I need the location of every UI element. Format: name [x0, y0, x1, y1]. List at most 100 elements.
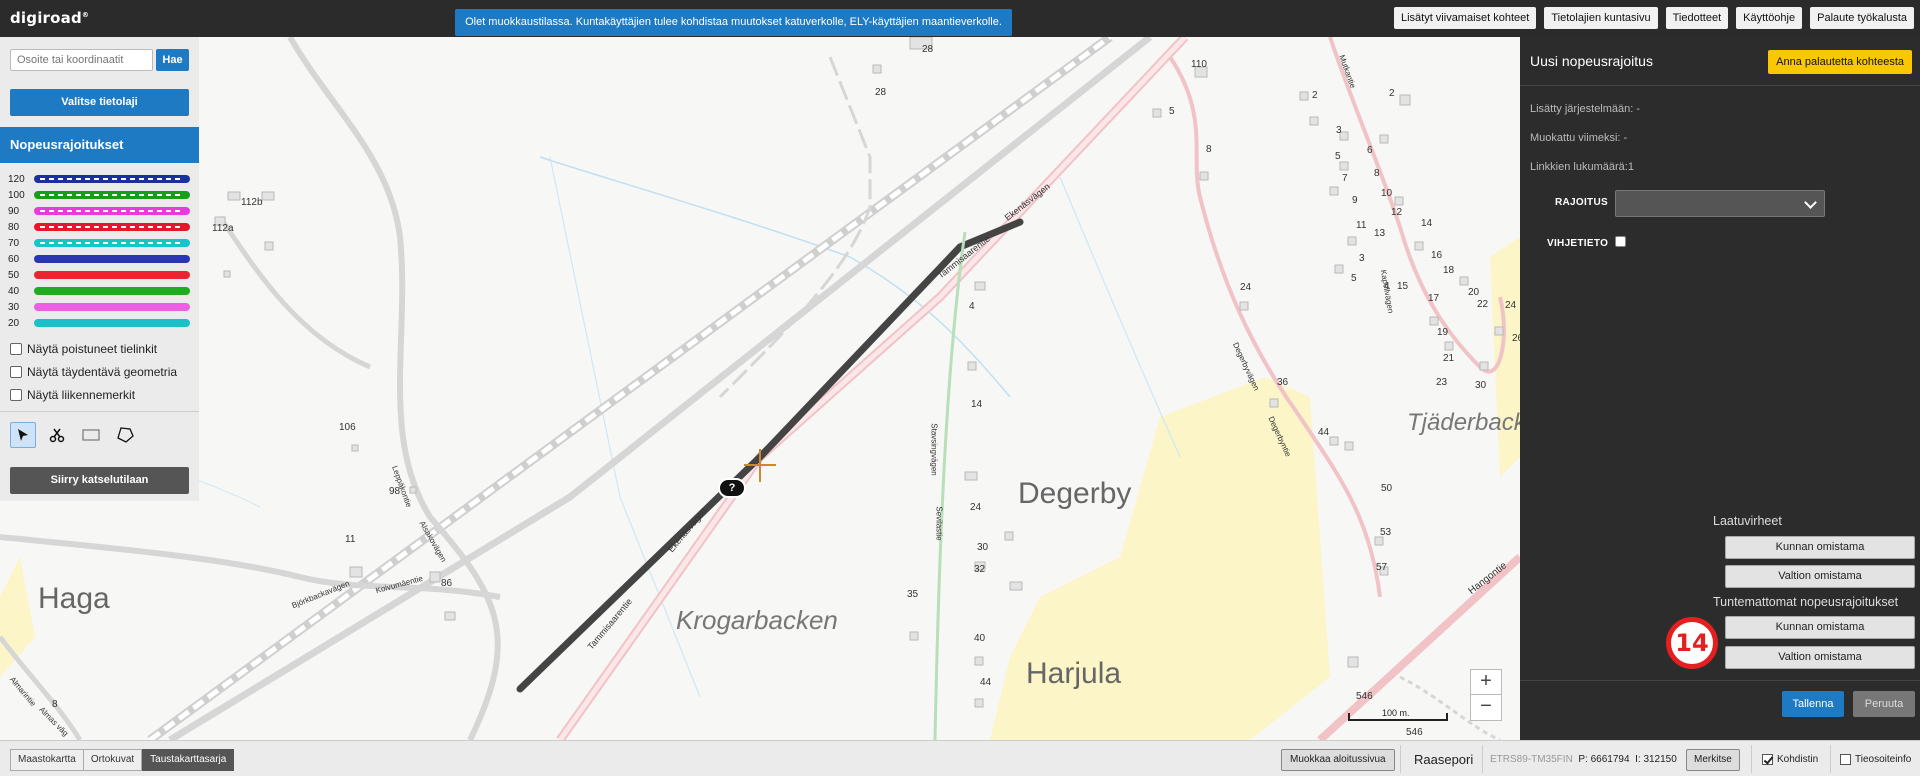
- house-number: 3: [1336, 125, 1342, 136]
- house-number: 5: [1351, 273, 1357, 284]
- give-feedback-button[interactable]: Anna palautetta kohteesta: [1768, 50, 1912, 74]
- i-value: 312150: [1643, 754, 1677, 765]
- layer-title: Nopeusrajoitukset: [0, 127, 199, 163]
- divider: [1482, 745, 1483, 773]
- legend-color-bar: [34, 191, 190, 199]
- house-number: 53: [1380, 527, 1392, 538]
- quality-errors-state-button[interactable]: Valtion omistama: [1725, 565, 1915, 588]
- legend-value: 90: [8, 205, 20, 217]
- house-number: 2: [1312, 90, 1318, 101]
- divider: [0, 411, 199, 412]
- show-removed-links-option[interactable]: Näytä poistuneet tielinkit: [10, 337, 177, 360]
- field-area: [1490, 237, 1520, 477]
- cursor-toggle[interactable]: Kohdistin: [1762, 754, 1818, 765]
- save-button[interactable]: Tallenna: [1782, 691, 1844, 717]
- divider: [1520, 680, 1920, 681]
- divider: [1400, 745, 1401, 773]
- logo-text: digiroad: [10, 9, 82, 27]
- choose-layer-button[interactable]: Valitse tietolaji: [10, 89, 189, 116]
- layer-municipality-page-link[interactable]: Tietolajien kuntasivu: [1544, 7, 1658, 29]
- cut-tool-icon[interactable]: [44, 422, 70, 448]
- house-number: 16: [1431, 250, 1443, 261]
- coordinate-readout: ETRS89-TM35FIN P: 6661794 I: 312150: [1490, 754, 1677, 765]
- show-traffic-signs-checkbox[interactable]: [10, 388, 22, 401]
- house-number: 4: [1384, 281, 1390, 292]
- top-bar: digiroad® Olet muokkaustilassa. Kuntakäy…: [0, 0, 1920, 37]
- search-input[interactable]: [10, 49, 153, 71]
- link-count-info: Linkkien lukumäärä:1: [1530, 161, 1634, 173]
- house-number: 13: [1374, 228, 1386, 239]
- tool-feedback-link[interactable]: Palaute työkalusta: [1810, 7, 1914, 29]
- house-number: 14: [971, 399, 983, 410]
- basemap-tab-terrain[interactable]: Maastokartta: [10, 749, 84, 771]
- switch-to-view-mode-button[interactable]: Siirry katselutilaan: [10, 467, 189, 494]
- search-row: Hae: [10, 49, 189, 71]
- house-number: 32: [974, 564, 986, 575]
- select-tool-icon[interactable]: [10, 422, 36, 448]
- edit-start-page-button[interactable]: Muokkaa aloitussivua: [1281, 749, 1395, 771]
- place-label-degerby: Degerby: [1018, 477, 1132, 510]
- zoom-in-button[interactable]: +: [1470, 669, 1502, 695]
- legend-row: 20: [8, 315, 190, 331]
- house-number: 24: [970, 502, 982, 513]
- show-complementary-geometry-label: Näytä täydentävä geometria: [27, 364, 178, 379]
- cancel-button[interactable]: Peruuta: [1853, 691, 1915, 717]
- house-number: 7: [1342, 173, 1348, 184]
- speed-limit-select[interactable]: [1615, 190, 1825, 217]
- house-number: 30: [1475, 380, 1487, 391]
- hint-info-label: VIHJETIETO: [1547, 238, 1609, 249]
- cursor-checkbox[interactable]: [1762, 754, 1773, 765]
- house-number: 21: [1443, 353, 1455, 364]
- added-info: Lisätty järjestelmään: -: [1530, 103, 1641, 115]
- unknown-limits-municipal-button[interactable]: Kunnan omistama: [1725, 616, 1915, 639]
- house-number: 546: [1356, 691, 1373, 702]
- legend-color-bar: [34, 271, 190, 279]
- road-info-checkbox[interactable]: [1840, 754, 1851, 765]
- show-complementary-geometry-option[interactable]: Näytä täydentävä geometria: [10, 360, 177, 383]
- quality-errors-municipal-button[interactable]: Kunnan omistama: [1725, 536, 1915, 559]
- step-number-badge: 14: [1666, 617, 1718, 669]
- house-number: 5: [1169, 106, 1175, 117]
- logo-mark: ®: [81, 11, 90, 19]
- house-number: 28: [875, 87, 887, 98]
- map-view[interactable]: Haga Degerby Krogarbacken Harjula Tjäder…: [0, 37, 1520, 740]
- show-traffic-signs-option[interactable]: Näytä liikennemerkit: [10, 383, 177, 406]
- house-number: 11: [345, 534, 356, 545]
- user-guide-link[interactable]: Käyttöohje: [1736, 7, 1803, 29]
- unknown-limits-state-button[interactable]: Valtion omistama: [1725, 646, 1915, 669]
- search-button[interactable]: Hae: [156, 49, 189, 71]
- municipality-name: Raasepori: [1414, 752, 1474, 767]
- house-number: 5: [1335, 151, 1341, 162]
- legend-row: 90: [8, 203, 190, 219]
- house-number: 14: [1421, 218, 1433, 229]
- mark-button[interactable]: Merkitse: [1686, 749, 1740, 771]
- house-number: 18: [1443, 265, 1455, 276]
- road-info-toggle[interactable]: Tieosoiteinfo: [1840, 754, 1911, 765]
- hint-info-checkbox[interactable]: [1615, 236, 1626, 247]
- basemap-tab-background[interactable]: Taustakarttasarja: [142, 749, 235, 771]
- show-complementary-geometry-checkbox[interactable]: [10, 365, 22, 378]
- house-number: 44: [1318, 427, 1330, 438]
- zoom-out-button[interactable]: −: [1470, 695, 1502, 721]
- rectangle-tool-icon[interactable]: [78, 422, 104, 448]
- house-number: 35: [907, 589, 919, 600]
- polygon-tool-icon[interactable]: [112, 422, 138, 448]
- legend-row: 80: [8, 219, 190, 235]
- unknown-speed-limit-marker[interactable]: ?: [718, 478, 746, 498]
- show-traffic-signs-label: Näytä liikennemerkit: [27, 387, 136, 402]
- app-logo[interactable]: digiroad®: [10, 9, 89, 27]
- house-number: 112b: [241, 197, 263, 208]
- added-linear-objects-link[interactable]: Lisätyt viivamaiset kohteet: [1393, 7, 1537, 29]
- basemap-tab-orthophoto[interactable]: Ortokuvat: [83, 749, 143, 771]
- show-removed-links-checkbox[interactable]: [10, 342, 22, 355]
- edit-mode-notice: Olet muokkaustilassa. Kuntakäyttäjien tu…: [455, 9, 1012, 36]
- legend-row: 30: [8, 299, 190, 315]
- legend-color-bar: [34, 287, 190, 295]
- legend-value: 30: [8, 301, 20, 313]
- house-number: 40: [974, 633, 986, 644]
- legend-value: 60: [8, 253, 20, 265]
- road-info-label: Tieosoiteinfo: [1855, 754, 1912, 765]
- basemap-tabs: Maastokartta Ortokuvat Taustakarttasarja: [10, 749, 235, 771]
- stream: [1059, 176, 1181, 458]
- bulletins-link[interactable]: Tiedotteet: [1665, 7, 1729, 29]
